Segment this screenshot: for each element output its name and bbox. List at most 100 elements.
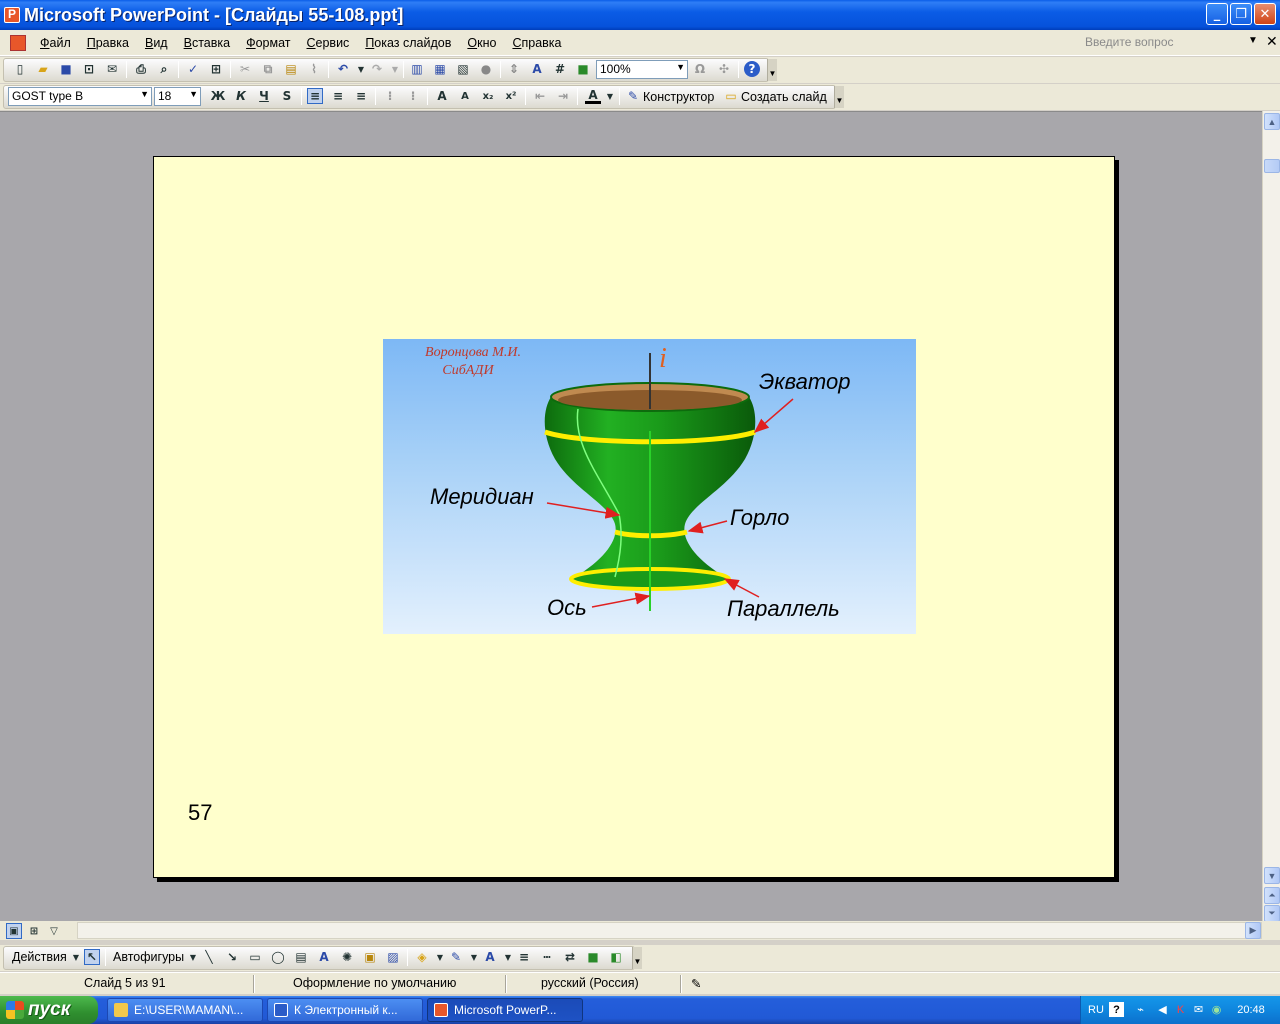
save-icon[interactable]: ■ bbox=[58, 61, 74, 77]
underline-button[interactable]: Ч bbox=[256, 88, 272, 104]
menu-insert[interactable]: Вставка bbox=[176, 36, 238, 50]
normal-view-icon[interactable]: ▣ bbox=[6, 923, 22, 939]
open-folder-icon[interactable]: ▰ bbox=[35, 61, 51, 77]
italic-button[interactable]: К bbox=[233, 88, 249, 104]
autoshapes-dropdown-icon[interactable]: ▼ bbox=[185, 949, 201, 965]
chevron-down-icon[interactable]: ▼ bbox=[1248, 35, 1258, 46]
toolbar-options-icon[interactable]: ▼ bbox=[834, 86, 844, 108]
menu-edit[interactable]: Правка bbox=[79, 36, 137, 50]
start-button[interactable]: пуск bbox=[0, 996, 98, 1024]
shadow-style-icon[interactable]: ■ bbox=[585, 949, 601, 965]
undo-icon[interactable]: ↶ bbox=[335, 61, 351, 77]
network-icon[interactable]: ⌁ bbox=[1133, 1002, 1148, 1017]
tables-borders-icon[interactable]: ▧ bbox=[455, 61, 471, 77]
language-indicator[interactable]: RU bbox=[1085, 1002, 1107, 1017]
previous-slide-icon[interactable]: ⏶ bbox=[1264, 887, 1280, 904]
expand-all-icon[interactable]: ⇕ bbox=[506, 61, 522, 77]
close-document-icon[interactable]: ✕ bbox=[1266, 33, 1278, 50]
taskbar-item-powerpoint[interactable]: Microsoft PowerP... bbox=[427, 998, 583, 1022]
powerpoint-app-icon[interactable] bbox=[4, 7, 20, 23]
permission-icon[interactable]: ⊡ bbox=[81, 61, 97, 77]
print-preview-icon[interactable]: ⌕ bbox=[156, 61, 172, 77]
scroll-thumb[interactable] bbox=[1264, 159, 1280, 173]
menu-slideshow[interactable]: Показ слайдов bbox=[357, 36, 459, 50]
autoshapes-menu-button[interactable]: Автофигуры bbox=[113, 950, 184, 964]
document-icon[interactable] bbox=[10, 34, 26, 51]
minimize-button[interactable]: _ bbox=[1206, 3, 1228, 25]
scroll-down-icon[interactable]: ▼ bbox=[1264, 867, 1280, 884]
menu-file[interactable]: Файл bbox=[32, 36, 79, 50]
redo-icon[interactable]: ↷ bbox=[369, 61, 385, 77]
diagram-icon[interactable]: ✺ bbox=[339, 949, 355, 965]
format-painter-icon[interactable]: ⌇ bbox=[306, 61, 322, 77]
scroll-right-icon[interactable]: ▶ bbox=[1245, 922, 1261, 939]
insert-picture-icon[interactable]: ▨ bbox=[385, 949, 401, 965]
line-color-icon[interactable]: ✎ bbox=[448, 949, 464, 965]
line-style-icon[interactable]: ≡ bbox=[516, 949, 532, 965]
align-right-icon[interactable]: ≡ bbox=[353, 88, 369, 104]
designer-icon[interactable]: ✎ bbox=[625, 88, 641, 104]
spelling-icon[interactable]: ✓ bbox=[185, 61, 201, 77]
line-color-dropdown-icon[interactable]: ▼ bbox=[466, 949, 482, 965]
clipart-icon[interactable]: ▣ bbox=[362, 949, 378, 965]
align-center-icon[interactable]: ≡ bbox=[330, 88, 346, 104]
cut-icon[interactable]: ✂ bbox=[237, 61, 253, 77]
increase-font-icon[interactable]: A bbox=[434, 88, 450, 104]
zoom-combo[interactable]: 100% ▼ bbox=[596, 60, 688, 79]
help-question-input[interactable]: Введите вопрос bbox=[1082, 35, 1262, 53]
next-slide-icon[interactable]: ⏷ bbox=[1264, 905, 1280, 922]
decrease-font-icon[interactable]: A bbox=[457, 88, 473, 104]
bullets-icon[interactable]: ⁝ bbox=[405, 88, 421, 104]
font-color-dropdown-icon[interactable]: ▼ bbox=[602, 88, 618, 104]
font-size-combo[interactable]: 18 ▼ bbox=[154, 87, 201, 106]
font-name-combo[interactable]: GOST type B ▼ bbox=[8, 87, 152, 106]
redo-dropdown-icon[interactable]: ▼ bbox=[387, 61, 403, 77]
chart-icon[interactable]: ▥ bbox=[409, 61, 425, 77]
designer-button[interactable]: Конструктор bbox=[643, 90, 714, 104]
taskbar-item-word[interactable]: К Электронный к... bbox=[267, 998, 423, 1022]
slideshow-view-icon[interactable]: ▽ bbox=[46, 923, 62, 939]
help-icon[interactable]: ? bbox=[744, 61, 760, 77]
line-icon[interactable]: ╲ bbox=[201, 949, 217, 965]
antivirus-icon[interactable]: K bbox=[1173, 1002, 1188, 1017]
show-formatting-icon[interactable]: A bbox=[529, 61, 545, 77]
textbox-icon[interactable]: ▤ bbox=[293, 949, 309, 965]
3d-style-icon[interactable]: ◧ bbox=[608, 949, 624, 965]
slide-sorter-view-icon[interactable]: ⊞ bbox=[26, 923, 42, 939]
menu-tools[interactable]: Сервис bbox=[299, 36, 358, 50]
decrease-indent-icon[interactable]: ⇤ bbox=[532, 88, 548, 104]
increase-indent-icon[interactable]: ⇥ bbox=[555, 88, 571, 104]
fill-dropdown-icon[interactable]: ▼ bbox=[432, 949, 448, 965]
horizontal-scrollbar[interactable]: ▶ bbox=[77, 922, 1262, 939]
new-slide-button[interactable]: Создать слайд bbox=[741, 90, 827, 104]
scroll-up-icon[interactable]: ▲ bbox=[1264, 113, 1280, 130]
fill-color-icon[interactable]: ◈ bbox=[414, 949, 430, 965]
close-button[interactable]: ✕ bbox=[1254, 3, 1276, 25]
arrow-style-icon[interactable]: ⇄ bbox=[562, 949, 578, 965]
table-icon[interactable]: ▦ bbox=[432, 61, 448, 77]
bold-button[interactable]: Ж bbox=[210, 88, 226, 104]
align-left-icon[interactable]: ≡ bbox=[307, 88, 323, 104]
taskbar-item-explorer[interactable]: E:\USER\MAMAN\... bbox=[107, 998, 263, 1022]
wordart-icon[interactable]: A bbox=[316, 949, 332, 965]
chevron-down-icon[interactable]: ▼ bbox=[140, 89, 149, 99]
slide-canvas[interactable]: Воронцова М.И. СибАДИ i Экватор Меридиан… bbox=[153, 156, 1115, 878]
superscript-icon[interactable]: x² bbox=[503, 88, 519, 104]
numbering-icon[interactable]: ⁝ bbox=[382, 88, 398, 104]
dash-style-icon[interactable]: ┅ bbox=[539, 949, 555, 965]
undo-dropdown-icon[interactable]: ▼ bbox=[353, 61, 369, 77]
menu-help[interactable]: Справка bbox=[504, 36, 569, 50]
subscript-icon[interactable]: x₂ bbox=[480, 88, 496, 104]
help-tray-icon[interactable]: ? bbox=[1109, 1002, 1124, 1017]
shadow-button[interactable]: S bbox=[279, 88, 295, 104]
print-icon[interactable]: ⎙ bbox=[133, 61, 149, 77]
messenger-icon[interactable]: ◉ bbox=[1209, 1002, 1224, 1017]
spelling-status-icon[interactable]: ✎ bbox=[691, 976, 701, 991]
actions-menu-button[interactable]: Действия bbox=[12, 950, 67, 964]
menu-window[interactable]: Окно bbox=[459, 36, 504, 50]
menu-format[interactable]: Формат bbox=[238, 36, 298, 50]
email-icon[interactable]: ✉ bbox=[104, 61, 120, 77]
mail-icon[interactable]: ✉ bbox=[1191, 1002, 1206, 1017]
back-arrow-icon[interactable]: ◀ bbox=[1155, 1002, 1170, 1017]
symbol-icon[interactable]: Ω bbox=[692, 61, 708, 77]
